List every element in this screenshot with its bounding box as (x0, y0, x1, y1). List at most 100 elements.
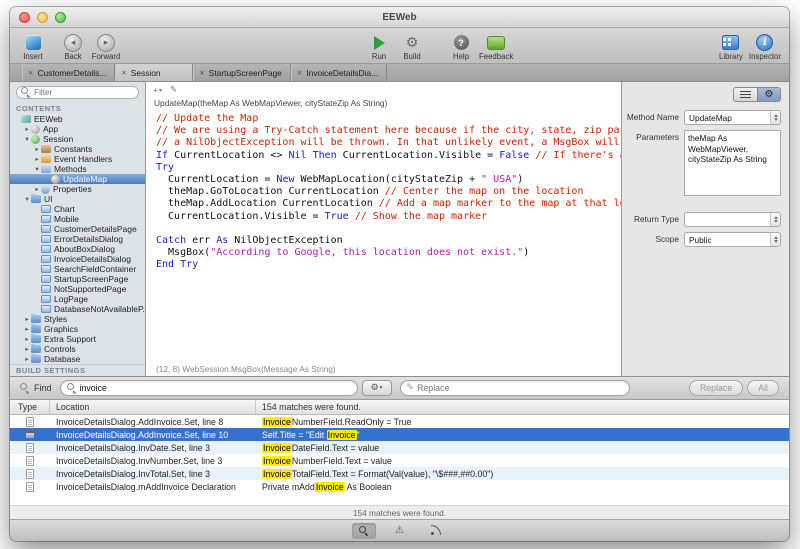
filter-field[interactable] (16, 85, 139, 99)
replace-all-button[interactable]: All (747, 380, 779, 396)
disclosure-triangle-icon[interactable]: ▾ (23, 135, 31, 143)
disclosure-triangle-icon[interactable]: ▾ (23, 195, 31, 203)
tab-close-icon[interactable]: ✕ (121, 69, 126, 77)
disclosure-triangle-icon[interactable]: ▸ (33, 145, 41, 153)
sidebar-item-eeweb[interactable]: EEWeb (10, 114, 145, 124)
tab-session[interactable]: ✕ Session (115, 64, 194, 81)
sidebar-item-event-handlers[interactable]: ▸ Event Handlers (10, 154, 145, 164)
sidebar-item-mobile[interactable]: Mobile (10, 214, 145, 224)
sidebar-item-aboutboxdialog[interactable]: AboutBoxDialog (10, 244, 145, 254)
result-row[interactable]: InvoiceDetailsDialog.InvTotal.Set, line … (10, 467, 789, 480)
find-search-input[interactable] (79, 383, 351, 393)
feed-panel-button[interactable] (424, 523, 448, 539)
disclosure-triangle-icon[interactable]: ▸ (33, 185, 41, 193)
result-snippet: Private mAddInvoice As Boolean (256, 481, 789, 492)
toolbar-label: Insert (23, 52, 43, 61)
result-row[interactable]: InvoiceDetailsDialog.InvDate.Set, line 3… (10, 441, 789, 454)
sidebar-item-label: Methods (54, 164, 87, 174)
results-column-location[interactable]: Location (50, 400, 256, 414)
tab-close-icon[interactable]: ✕ (199, 69, 204, 77)
sidebar-item-notsupportedpage[interactable]: NotSupportedPage (10, 284, 145, 294)
search-icon (66, 383, 77, 393)
tab-close-icon[interactable]: ✕ (28, 69, 33, 77)
disclosure-triangle-icon[interactable]: ▸ (23, 355, 31, 363)
sidebar-item-customerdetailspage[interactable]: CustomerDetailsPage (10, 224, 145, 234)
sidebar-item-properties[interactable]: ▸ Properties (10, 184, 145, 194)
disclosure-triangle-icon[interactable]: ▸ (23, 125, 31, 133)
rss-icon (430, 525, 441, 536)
sidebar-item-searchfieldcontainer[interactable]: SearchFieldContainer (10, 264, 145, 274)
search-panel-button[interactable] (351, 522, 376, 539)
app-icon (31, 124, 40, 134)
sidebar-item-logpage[interactable]: LogPage (10, 294, 145, 304)
toolbar-build-button[interactable]: Build (397, 34, 427, 61)
code-token-comment: // Add a map marker to the map at that l… (378, 198, 621, 210)
sidebar-item-constants[interactable]: ▸ Constants (10, 144, 145, 154)
return-type-combo[interactable] (684, 212, 781, 227)
sidebar-item-extra-support[interactable]: ▸ Extra Support (10, 334, 145, 344)
find-search-field[interactable] (59, 380, 358, 396)
page-icon (41, 285, 51, 293)
method-name-combo[interactable]: UpdateMap (684, 110, 781, 125)
sidebar-item-chart[interactable]: Chart (10, 204, 145, 214)
results-column-type[interactable]: Type (10, 400, 50, 414)
replace-button[interactable]: Replace (688, 380, 744, 396)
result-row[interactable]: InvoiceDetailsDialog.AddInvoice.Set, lin… (10, 428, 789, 441)
result-row[interactable]: InvoiceDetailsDialog.AddInvoice.Set, lin… (10, 415, 789, 428)
result-row[interactable]: InvoiceDetailsDialog.mAddInvoice Declara… (10, 480, 789, 493)
sidebar-item-updatemap[interactable]: UpdateMap (10, 174, 145, 184)
sidebar-item-ui[interactable]: ▾ UI (10, 194, 145, 204)
disclosure-triangle-icon[interactable]: ▸ (23, 335, 31, 343)
sidebar-item-controls[interactable]: ▸ Controls (10, 344, 145, 354)
sidebar-item-session[interactable]: ▾ Session (10, 134, 145, 144)
tab-close-icon[interactable]: ✕ (297, 69, 302, 77)
disclosure-triangle-icon[interactable]: ▸ (23, 325, 31, 333)
disclosure-triangle-icon[interactable]: ▸ (23, 315, 31, 323)
add-item-button[interactable]: + ▾ (153, 85, 162, 95)
page-icon (41, 205, 51, 213)
filter-input[interactable] (34, 87, 134, 97)
inspector-advanced-tab[interactable]: ⚙ (757, 87, 781, 102)
toolbar-feedback-button[interactable]: Feedback (479, 34, 513, 61)
sidebar-item-startupscreenpage[interactable]: StartupScreenPage (10, 274, 145, 284)
sidebar-item-database[interactable]: ▸ Database (10, 354, 145, 364)
toolbar-forward-button[interactable]: Forward (91, 34, 121, 62)
edit-mode-button[interactable]: ✎ (170, 85, 177, 95)
result-row[interactable]: InvoiceDetailsDialog.InvNumber.Set, line… (10, 454, 789, 467)
toolbar-back-button[interactable]: Back (58, 34, 88, 62)
method-signature: UpdateMap(theMap As WebMapViewer, citySt… (154, 97, 388, 108)
warnings-panel-button[interactable]: ⚠ (388, 523, 412, 539)
tab-startupscreenpage[interactable]: ✕ StartupScreenPage (193, 64, 291, 81)
replace-input[interactable] (417, 383, 623, 393)
find-options-button[interactable]: ⚙ ▾ (361, 380, 392, 396)
sidebar-item-databasenotavailablep[interactable]: DatabaseNotAvailableP... (10, 304, 145, 314)
sidebar-item-methods[interactable]: ▾ Methods (10, 164, 145, 174)
sidebar-item-label: Session (43, 134, 74, 144)
sidebar-item-styles[interactable]: ▸ Styles (10, 314, 145, 324)
code-token-keyword: False (499, 149, 530, 161)
inspector-properties-tab[interactable] (733, 87, 757, 102)
parameters-field[interactable]: theMap As WebMapViewer, cityStateZip As … (684, 130, 781, 196)
sidebar-item-label: SearchFieldContainer (54, 264, 137, 274)
tab-customerdetails[interactable]: ✕ CustomerDetails... (22, 64, 116, 81)
toolbar-insert-button[interactable]: Insert (18, 34, 48, 61)
disclosure-triangle-icon[interactable]: ▸ (23, 345, 31, 353)
toolbar-run-button[interactable]: Run (364, 34, 394, 61)
tab-invoicedetailsdia[interactable]: ✕ InvoiceDetailsDia... (290, 64, 388, 81)
disclosure-triangle-icon[interactable]: ▾ (33, 165, 41, 173)
sidebar-item-app[interactable]: ▸ App (10, 124, 145, 134)
toolbar-help-button[interactable]: Help (446, 34, 476, 62)
sidebar-item-graphics[interactable]: ▸ Graphics (10, 324, 145, 334)
toolbar-library-button[interactable]: Library (716, 34, 746, 61)
code-editor[interactable]: // Update the Map// We are using a Try-C… (146, 109, 621, 362)
run-play-icon (368, 34, 390, 51)
sidebar-item-errordetailsdialog[interactable]: ErrorDetailsDialog (10, 234, 145, 244)
sidebar-item-invoicedetailsdialog[interactable]: InvoiceDetailsDialog (10, 254, 145, 264)
replace-field[interactable]: ✎ (399, 380, 630, 396)
scope-combo[interactable]: Public (684, 232, 781, 247)
disclosure-triangle-icon[interactable]: ▸ (33, 155, 41, 163)
toolbar-inspector-button[interactable]: Inspector (749, 34, 781, 61)
titlebar[interactable]: EEWeb (10, 7, 789, 28)
code-token-string: "According to Google, this location does… (210, 247, 524, 259)
sidebar-item-label: LogPage (54, 294, 89, 304)
